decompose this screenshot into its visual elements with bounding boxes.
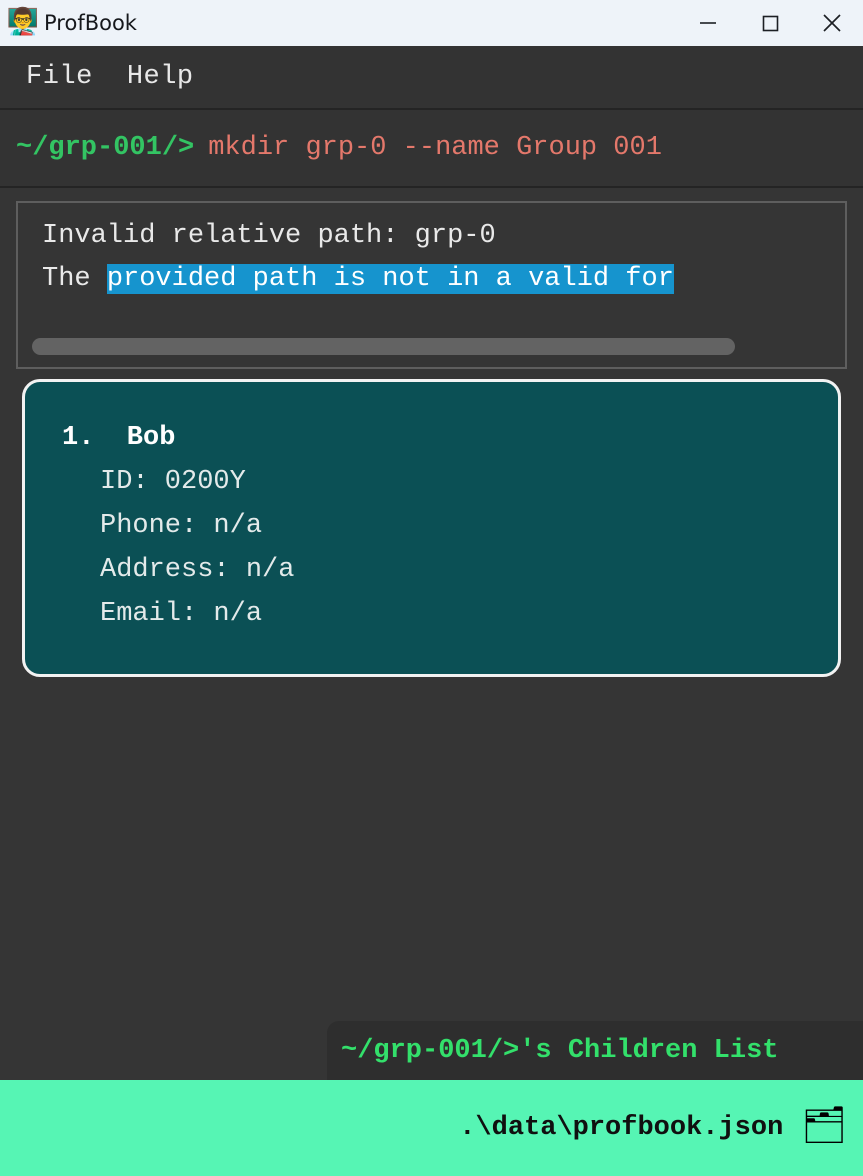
content-filler: ~/grp-001/>'s Children List bbox=[0, 677, 863, 1080]
output-console[interactable]: Invalid relative path: grp-0 The provide… bbox=[16, 201, 847, 369]
menu-help[interactable]: Help bbox=[127, 62, 194, 92]
minimize-button[interactable] bbox=[677, 0, 739, 46]
output-horizontal-scrollbar[interactable] bbox=[32, 338, 735, 355]
card-index-dividers-icon: 🗂 bbox=[801, 1107, 847, 1148]
menu-bar: File Help bbox=[0, 46, 863, 110]
prompt-command-text[interactable]: mkdir grp-0 --name Group 001 bbox=[208, 133, 662, 163]
professor-icon: 👨‍🏫 bbox=[6, 8, 40, 38]
contact-field-phone: Phone: n/a bbox=[100, 511, 263, 541]
minimize-icon bbox=[700, 22, 716, 24]
prompt-path: ~/grp-001/> bbox=[16, 133, 195, 163]
menu-file[interactable]: File bbox=[26, 62, 93, 92]
close-icon bbox=[823, 14, 841, 32]
output-line-2: The provided path is not in a valid for bbox=[18, 258, 845, 301]
command-prompt-bar: ~/grp-001/> mkdir grp-0 --name Group 001 bbox=[0, 110, 863, 188]
close-button[interactable] bbox=[801, 0, 863, 46]
contact-field-id: ID: 0200Y bbox=[100, 467, 246, 497]
title-bar: 👨‍🏫 ProfBook bbox=[0, 0, 863, 46]
app-window: 👨‍🏫 ProfBook File Hel bbox=[0, 0, 863, 1176]
output-line-1: Invalid relative path: grp-0 bbox=[42, 221, 496, 251]
maximize-icon bbox=[762, 15, 779, 32]
output-area-wrapper: Invalid relative path: grp-0 The provide… bbox=[0, 188, 863, 379]
contact-field-email: Email: n/a bbox=[100, 599, 263, 629]
contact-field-address: Address: n/a bbox=[100, 555, 295, 585]
window-controls bbox=[677, 0, 863, 46]
output-line-2-prefix: The bbox=[42, 264, 107, 294]
contact-card-title: 1. Bob bbox=[62, 423, 176, 453]
maximize-button[interactable] bbox=[739, 0, 801, 46]
output-line-2-selection: provided path is not in a valid for bbox=[106, 264, 674, 294]
contact-card[interactable]: 1. Bob ID: 0200Y Phone: n/a Address: n/a… bbox=[22, 379, 841, 677]
contact-card-wrapper: 1. Bob ID: 0200Y Phone: n/a Address: n/a… bbox=[0, 379, 863, 677]
status-bar: .\data\profbook.json 🗂 bbox=[0, 1080, 863, 1176]
status-file-path: .\data\profbook.json bbox=[459, 1113, 784, 1143]
children-list-tab[interactable]: ~/grp-001/>'s Children List bbox=[327, 1021, 863, 1080]
window-title: ProfBook bbox=[44, 11, 137, 35]
children-list-label: ~/grp-001/>'s Children List bbox=[341, 1035, 779, 1066]
